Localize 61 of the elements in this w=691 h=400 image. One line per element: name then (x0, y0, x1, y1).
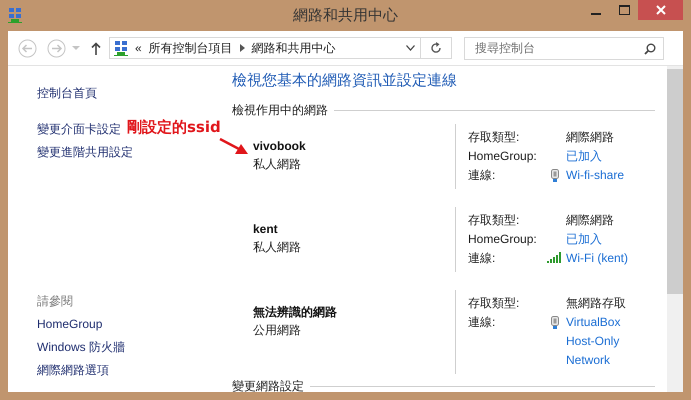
network-category: 公用網路 (253, 322, 301, 339)
detail-value: 網際網路 (566, 212, 614, 229)
forward-icon (47, 38, 66, 58)
scrollbar-thumb[interactable] (667, 69, 683, 294)
annotation-text: 剛設定的ssid (127, 118, 221, 137)
search-field[interactable]: 搜尋控制台 (464, 36, 664, 60)
search-icon (644, 42, 656, 54)
minimize-icon (591, 13, 601, 15)
sidebar-link[interactable]: 網際網路選項 (37, 360, 109, 380)
address-bar[interactable]: « 所有控制台項目 網路和共用中心 (109, 37, 452, 59)
detail-link[interactable]: 已加入 (566, 230, 602, 249)
up-arrow-icon (91, 42, 101, 54)
detail-link[interactable]: 已加入 (566, 147, 602, 166)
network-icon (8, 7, 22, 23)
detail-label: 存取類型: (468, 213, 520, 227)
detail-value: 無網路存取 (566, 295, 626, 312)
section-title: 變更網路設定 (232, 378, 304, 392)
detail-label: 連線: (468, 251, 496, 265)
refresh-button[interactable] (430, 42, 442, 54)
network-name: vivobook (253, 138, 306, 155)
breadcrumb[interactable]: 網路和共用中心 (252, 40, 336, 56)
overflow-chevron[interactable]: « (135, 41, 142, 55)
page-heading: 檢視您基本的網路資訊並設定連線 (232, 71, 457, 91)
close-button[interactable] (638, 0, 683, 20)
detail-label: 連線: (468, 168, 496, 182)
close-icon (656, 5, 666, 15)
detail-label: HomeGroup: (468, 149, 537, 163)
chevron-icon (240, 44, 245, 52)
detail-label: 存取類型: (468, 130, 520, 144)
sidebar-link[interactable]: 變更介面卡設定 (37, 119, 121, 139)
breadcrumb[interactable]: 所有控制台項目 (148, 40, 233, 56)
detail-value: 網際網路 (566, 129, 614, 146)
section-title: 檢視作用中的網路 (232, 102, 328, 119)
sidebar-link[interactable]: 變更進階共用設定 (37, 142, 133, 162)
signal-icon (547, 252, 562, 263)
annotation-arrow (219, 137, 249, 157)
maximize-icon (618, 5, 630, 15)
back-icon (18, 38, 37, 58)
network-category: 私人網路 (253, 239, 301, 256)
caret-icon (72, 46, 80, 50)
up-button[interactable] (91, 42, 101, 54)
window-title: 網路和共用中心 (293, 7, 398, 24)
network-adapter-icon (551, 169, 559, 182)
detail-label: HomeGroup: (468, 232, 537, 246)
see-also-heading: 請參閱 (37, 293, 73, 310)
detail-label: 存取類型: (468, 296, 520, 310)
network-icon (114, 40, 128, 56)
detail-link[interactable]: VirtualBox Host-Only Network (566, 313, 638, 370)
detail-link[interactable]: Wi-fi-share (566, 166, 624, 185)
network-name: kent (253, 221, 278, 238)
refresh-icon (430, 42, 442, 54)
network-adapter-icon (551, 316, 559, 329)
sidebar-link[interactable]: 控制台首頁 (37, 83, 97, 103)
network-category: 私人網路 (253, 156, 301, 173)
sidebar-link[interactable]: HomeGroup (37, 314, 102, 334)
detail-link[interactable]: Wi-Fi (kent) (566, 249, 628, 268)
chevron-down-icon (406, 45, 415, 51)
sidebar-link[interactable]: Windows 防火牆 (37, 337, 126, 357)
network-name: 無法辨識的網路 (253, 304, 337, 321)
address-dropdown-button[interactable] (406, 45, 415, 51)
detail-label: 連線: (468, 315, 496, 329)
